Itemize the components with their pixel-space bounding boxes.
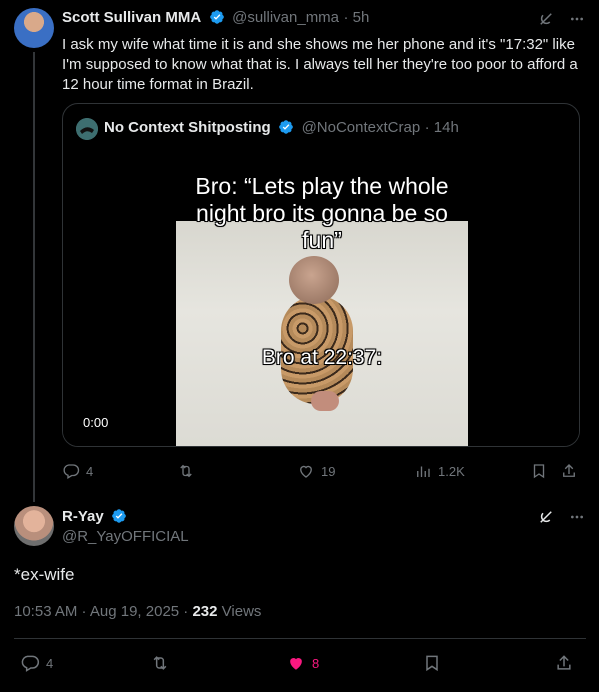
video-baby-head: [289, 256, 339, 304]
reply-author-handle[interactable]: @R_YayOFFICIAL: [62, 528, 189, 545]
video-frame: Bro: “Lets play the whole night bro its …: [176, 161, 468, 446]
quote-author-name[interactable]: No Context Shitposting: [104, 119, 271, 136]
reply-icon: [21, 655, 40, 672]
reply-views-count: 232: [192, 603, 218, 620]
quote-avatar-image: [76, 118, 98, 140]
reply-header: R-Yay: [62, 508, 130, 526]
author-handle[interactable]: @sullivan_mma: [232, 9, 339, 26]
video-timecode: 0:00: [83, 415, 109, 430]
reply-views-label: Views: [217, 603, 262, 620]
like-count: 8: [312, 655, 320, 671]
author-name[interactable]: Scott Sullivan MMA: [62, 9, 201, 26]
bookmark-button[interactable]: [530, 462, 548, 480]
repost-button[interactable]: [177, 462, 201, 480]
bookmark-icon: [426, 655, 438, 672]
reply-button[interactable]: 4: [20, 653, 53, 673]
like-button[interactable]: 8: [286, 653, 319, 673]
like-icon: [300, 465, 312, 478]
reply-timestamp[interactable]: 10:53 AM · Aug 19, 2025 ·: [14, 603, 192, 620]
more-icon[interactable]: [569, 509, 585, 525]
grok-icon[interactable]: [537, 10, 555, 28]
verified-badge-icon: [209, 10, 224, 24]
reply-text: *ex-wife: [14, 565, 75, 584]
quote-avatar[interactable]: [76, 118, 98, 140]
reply-action-bar: 4 8: [14, 653, 586, 675]
like-count: 19: [321, 463, 336, 479]
views-icon: [417, 466, 430, 477]
repost-button[interactable]: [150, 653, 176, 673]
like-icon: [290, 658, 302, 670]
reply-meta: 10:53 AM · Aug 19, 2025 · 232 Views: [14, 603, 261, 620]
tweet-header: Scott Sullivan MMA @sullivan_mma · 5h: [62, 9, 369, 27]
tweet-action-bar: 4 19 1.2K: [62, 462, 582, 482]
reply-count: 4: [86, 463, 94, 479]
bookmark-button[interactable]: [422, 653, 442, 673]
tweet-text: I ask my wife what time it is and she sh…: [62, 36, 578, 93]
video-caption-top: Bro: “Lets play the whole night bro its …: [195, 173, 449, 253]
quote-header: No Context Shitposting @NoContextCrap · …: [104, 119, 459, 137]
views-count: 1.2K: [438, 463, 465, 479]
tweet-top-actions: [537, 10, 585, 28]
video-player[interactable]: Bro: “Lets play the whole night bro its …: [63, 151, 579, 446]
divider: [14, 638, 586, 639]
reply-icon: [63, 464, 80, 479]
video-caption-middle: Bro at 22:37:: [261, 346, 383, 369]
share-button[interactable]: [554, 653, 574, 673]
grok-icon[interactable]: [537, 508, 555, 526]
reply-button[interactable]: 4: [62, 462, 93, 480]
verified-badge-icon: [112, 509, 126, 523]
like-button[interactable]: 19: [297, 462, 335, 480]
avatar[interactable]: [14, 506, 54, 546]
repost-icon: [153, 656, 167, 670]
reply-author-name[interactable]: R-Yay: [62, 508, 104, 525]
tweet-time[interactable]: · 5h: [343, 9, 369, 26]
share-button[interactable]: [560, 462, 578, 480]
reply-top-actions: [537, 508, 585, 526]
views-button[interactable]: 1.2K: [414, 462, 465, 480]
quoted-tweet-card[interactable]: No Context Shitposting @NoContextCrap · …: [62, 103, 580, 447]
reply-count: 4: [46, 655, 54, 671]
repost-icon: [180, 464, 192, 478]
quote-time: · 14h: [424, 119, 459, 136]
avatar[interactable]: [14, 8, 54, 48]
share-icon: [557, 655, 571, 670]
thread-line: [33, 52, 35, 502]
more-icon[interactable]: [569, 11, 585, 27]
video-baby-leg: [311, 391, 339, 411]
quote-author-handle[interactable]: @NoContextCrap: [302, 119, 421, 136]
share-icon: [563, 464, 575, 477]
verified-badge-icon: [279, 120, 293, 134]
bookmark-icon: [533, 464, 545, 479]
